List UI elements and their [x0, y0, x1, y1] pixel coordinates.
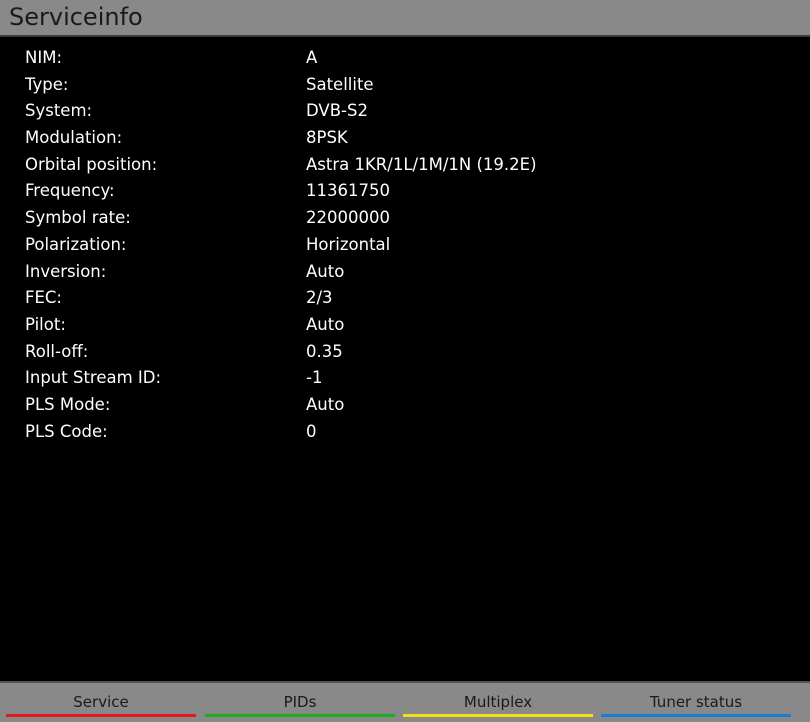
- info-row: Pilot: Auto: [0, 315, 810, 342]
- info-label: Orbital position:: [25, 154, 158, 174]
- info-value: Auto: [306, 261, 345, 281]
- red-key-indicator: [6, 714, 196, 717]
- button-label: Service: [73, 693, 129, 711]
- green-key-indicator: [205, 714, 395, 717]
- info-value: 11361750: [306, 181, 390, 201]
- blue-key-indicator: [601, 714, 791, 717]
- info-row: Polarization: Horizontal: [0, 235, 810, 262]
- info-row: Modulation: 8PSK: [0, 128, 810, 155]
- info-row: NIM: A: [0, 48, 810, 75]
- blue-button-tuner-status[interactable]: Tuner status: [601, 683, 791, 720]
- info-row: PLS Mode: Auto: [0, 395, 810, 422]
- info-row: Input Stream ID: -1: [0, 368, 810, 395]
- info-label: System:: [25, 101, 93, 121]
- info-row: FEC: 2/3: [0, 288, 810, 315]
- info-value: Astra 1KR/1L/1M/1N (19.2E): [306, 154, 537, 174]
- info-label: Frequency:: [25, 181, 115, 201]
- info-row: Frequency: 11361750: [0, 181, 810, 208]
- red-button-service[interactable]: Service: [6, 683, 196, 720]
- info-row: Symbol rate: 22000000: [0, 208, 810, 235]
- info-row: Type: Satellite: [0, 75, 810, 102]
- info-value: 0: [306, 421, 317, 441]
- info-value: 22000000: [306, 208, 390, 228]
- info-row: PLS Code: 0: [0, 422, 810, 449]
- green-button-pids[interactable]: PIDs: [205, 683, 395, 720]
- button-label: PIDs: [283, 693, 317, 711]
- info-label: Pilot:: [25, 314, 66, 334]
- info-label: PLS Mode:: [25, 394, 111, 414]
- info-value: Horizontal: [306, 234, 391, 254]
- info-row: System: DVB-S2: [0, 101, 810, 128]
- info-value: A: [306, 48, 318, 67]
- info-value: 0.35: [306, 341, 343, 361]
- yellow-button-multiplex[interactable]: Multiplex: [403, 683, 593, 720]
- info-row: Inversion: Auto: [0, 262, 810, 289]
- info-label: PLS Code:: [25, 421, 108, 441]
- button-label: Multiplex: [463, 693, 533, 711]
- info-label: Roll-off:: [25, 341, 89, 361]
- button-label: Tuner status: [649, 693, 743, 711]
- info-value: Auto: [306, 314, 345, 334]
- info-label: Inversion:: [25, 261, 107, 281]
- info-value: DVB-S2: [306, 101, 368, 121]
- service-info-list: NIM: A Type: Satellite System: DVB-S2 Modulati…: [0, 48, 810, 448]
- info-row: Roll-off: 0.35: [0, 342, 810, 369]
- info-label: Modulation:: [25, 128, 123, 148]
- info-value: Auto: [306, 394, 345, 414]
- info-label: Symbol rate:: [25, 208, 131, 228]
- yellow-key-indicator: [403, 714, 593, 717]
- info-label: Type:: [25, 74, 69, 94]
- info-row: Orbital position: Astra 1KR/1L/1M/1N (19.…: [0, 155, 810, 182]
- info-value: 2/3: [306, 288, 333, 308]
- page-title: Serviceinfo: [9, 3, 143, 31]
- info-label: Input Stream ID:: [25, 368, 162, 388]
- info-label: NIM:: [25, 48, 63, 67]
- info-label: Polarization:: [25, 234, 127, 254]
- header-bar: Serviceinfo: [0, 0, 810, 37]
- info-value: -1: [306, 368, 323, 388]
- info-label: FEC:: [25, 288, 62, 308]
- info-value: Satellite: [306, 74, 374, 94]
- color-button-bar: Service PIDs Multiplex Tuner status: [0, 681, 810, 722]
- info-value: 8PSK: [306, 128, 348, 148]
